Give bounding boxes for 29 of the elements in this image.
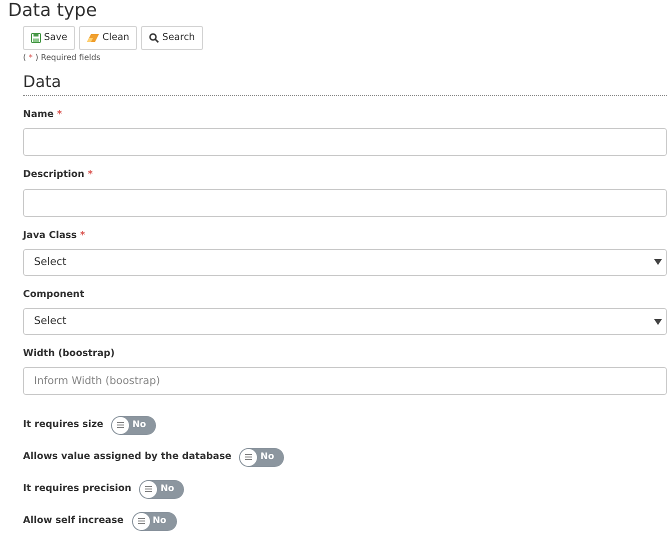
input-field[interactable]: Inform Width (boostrap) (23, 367, 667, 396)
eraser-icon (87, 34, 100, 42)
required-fields-note: ( * ) Required fields (23, 52, 102, 64)
input-field[interactable] (23, 188, 667, 217)
section-heading: Data (23, 72, 667, 96)
toggle-label: Allows value assigned by the database (23, 450, 232, 464)
field-label: Component (23, 288, 86, 302)
lines-icon (136, 517, 146, 526)
caret-icon (654, 318, 662, 325)
toggle-label: It requires size (23, 418, 104, 432)
page-title: Data type (8, 0, 98, 22)
lines-icon (116, 421, 126, 430)
clean-button[interactable]: Clean (79, 26, 138, 50)
field-label: Name * (23, 108, 63, 122)
field-label: Java Class * (23, 228, 86, 243)
lines-icon (244, 453, 254, 462)
select-field[interactable]: Select (23, 248, 667, 276)
select-field[interactable]: Select (23, 308, 667, 336)
search-button[interactable]: Search (141, 26, 203, 50)
toggle-label: Allow self increase (23, 514, 124, 528)
caret-icon (654, 259, 662, 266)
save-button[interactable]: Save (23, 26, 76, 50)
lines-icon (144, 485, 154, 494)
toggle-label: It requires precision (23, 482, 132, 496)
search-icon (149, 33, 160, 43)
field-label: Width (boostrap) (23, 347, 116, 362)
input-field[interactable] (23, 128, 667, 156)
field-label: Description * (23, 168, 94, 182)
save-icon (31, 33, 41, 43)
